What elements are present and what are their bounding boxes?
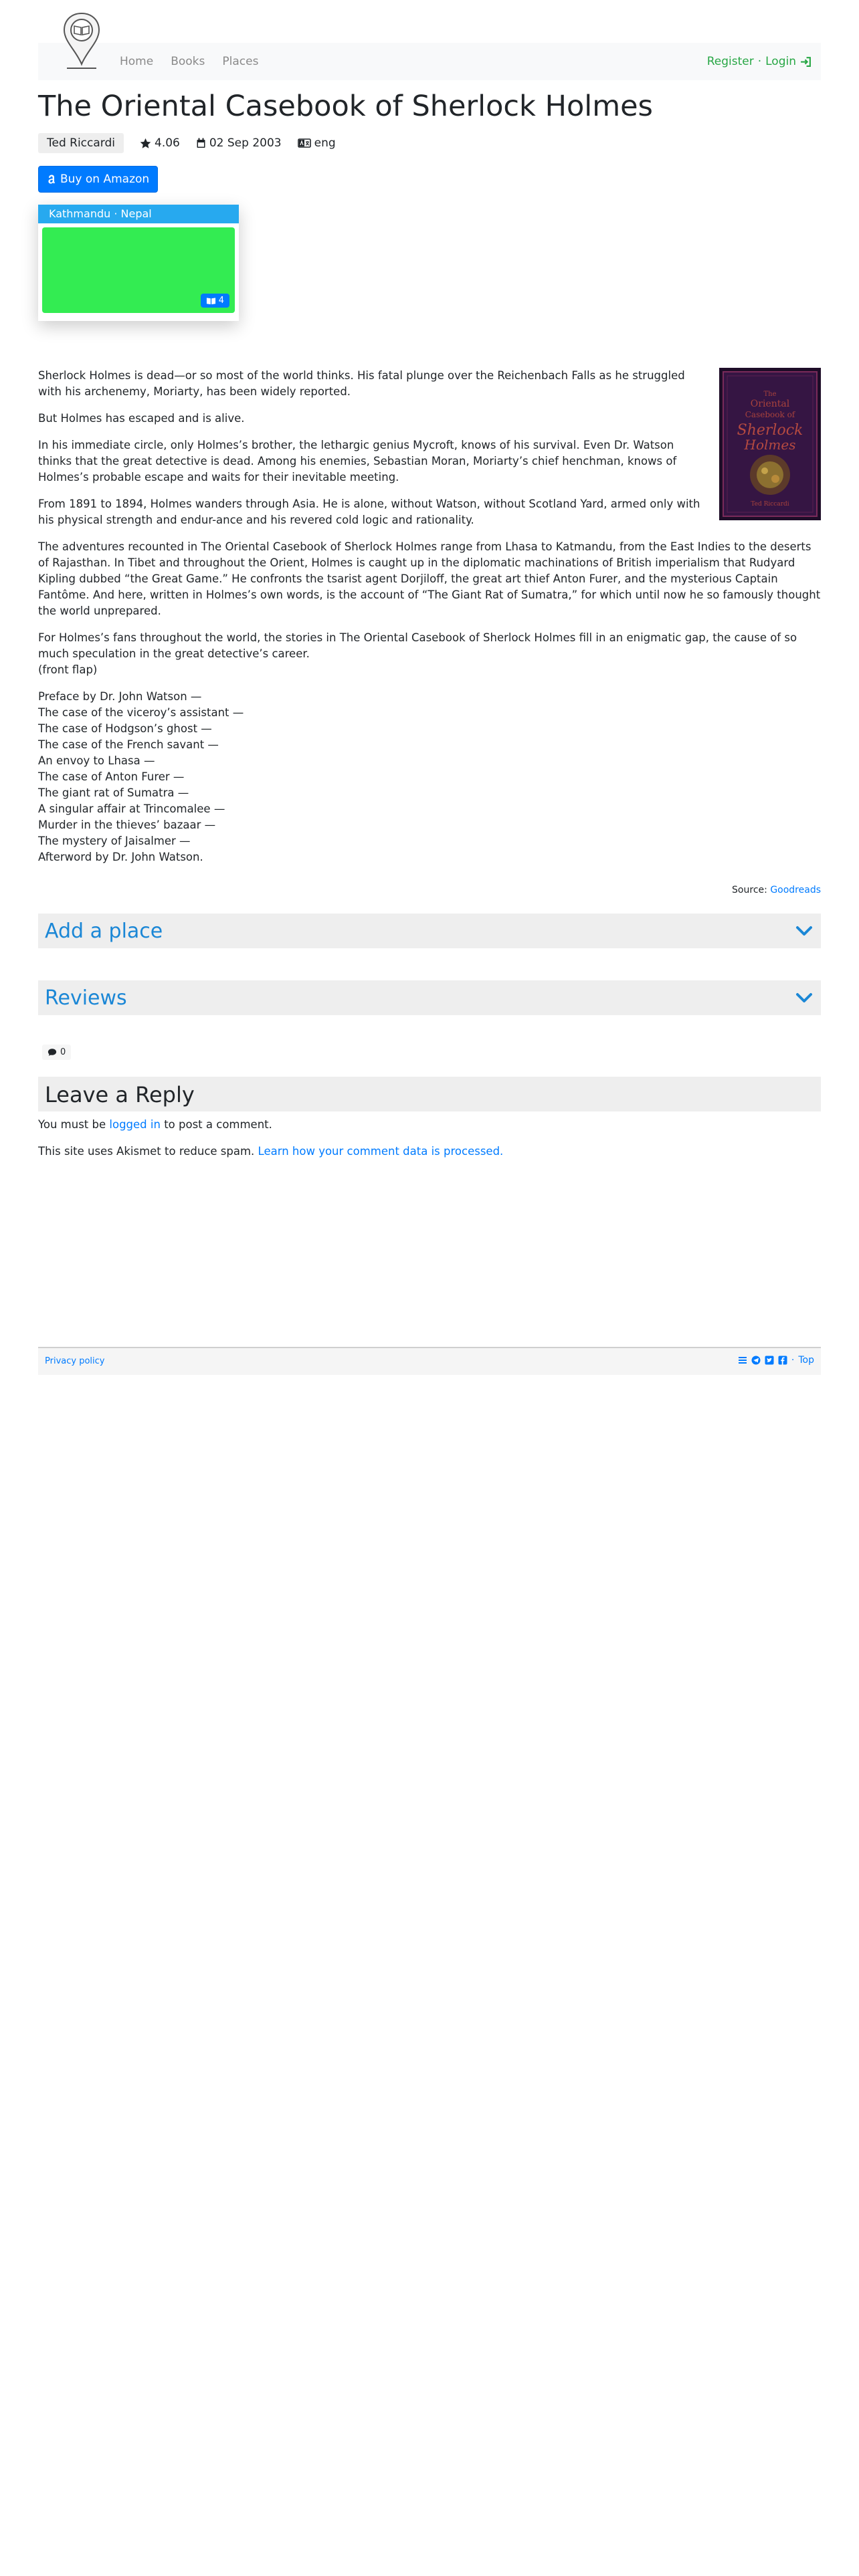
nav-links: Home Books Places (120, 43, 258, 80)
contents-item: Murder in the thieves’ bazaar — (38, 819, 216, 831)
date-value: 02 Sep 2003 (209, 136, 282, 150)
description-paragraph: Sherlock Holmes is dead—or so most of th… (38, 369, 685, 398)
book-cover-image: The Oriental Casebook of Sherlock Holmes… (719, 368, 821, 520)
language-icon (297, 138, 311, 148)
sign-in-icon[interactable] (800, 56, 812, 68)
contents-item: The case of Anton Furer — (38, 770, 185, 783)
footer-separator: · (791, 1355, 795, 1366)
login-link[interactable]: Login (765, 55, 796, 68)
calendar-icon (197, 138, 205, 148)
cover-line-casebook: Casebook of (745, 410, 796, 419)
goodreads-link[interactable]: Goodreads (770, 885, 821, 895)
place-card[interactable]: Kathmandu · Nepal 4 (38, 205, 239, 321)
reviews-title[interactable]: Reviews (45, 986, 127, 1010)
contents-list: Preface by Dr. John Watson — The case of… (38, 689, 821, 865)
comments-count-badge[interactable]: 0 (42, 1045, 72, 1060)
comment-icon (47, 1049, 57, 1056)
nav-places-link[interactable]: Places (222, 55, 258, 68)
publication-date: 02 Sep 2003 (196, 136, 282, 150)
contents-item: The case of Hodgson’s ghost — (38, 722, 212, 735)
back-to-top-link[interactable]: Top (798, 1355, 814, 1366)
logged-in-link[interactable]: logged in (109, 1118, 161, 1131)
auth-links: Register · Login (707, 43, 812, 80)
contents-item: An envoy to Lhasa — (38, 754, 155, 767)
contents-item: The giant rat of Sumatra — (38, 786, 189, 799)
source-line: Source: Goodreads (732, 885, 821, 895)
register-link[interactable]: Register (707, 55, 754, 68)
facebook-icon[interactable] (778, 1356, 787, 1365)
book-title: The Oriental Casebook of Sherlock Holmes (38, 90, 653, 123)
nav-home-link[interactable]: Home (120, 55, 153, 68)
buy-button-label: Buy on Amazon (60, 173, 150, 186)
description-paragraph: From 1891 to 1894, Holmes wanders throug… (38, 498, 700, 526)
buy-on-amazon-button[interactable]: Buy on Amazon (38, 166, 159, 193)
contents-item: Preface by Dr. John Watson — (38, 690, 202, 703)
reviews-accordion[interactable]: Reviews (38, 980, 821, 1015)
cover-line-oriental: Oriental (751, 399, 790, 409)
amazon-icon (48, 175, 56, 184)
description-paragraph: In his immediate circle, only Holmes’s b… (38, 439, 677, 484)
add-place-title[interactable]: Add a place (45, 920, 163, 943)
contents-item: The case of the viceroy’s assistant — (38, 706, 244, 719)
privacy-policy-link[interactable]: Privacy policy (45, 1356, 104, 1366)
place-card-header[interactable]: Kathmandu · Nepal (38, 205, 239, 223)
twitter-icon[interactable] (765, 1356, 774, 1365)
footer-links: · Top (738, 1355, 814, 1366)
place-books-count: 4 (218, 296, 224, 306)
akismet-text: This site uses Akismet to reduce spam. (38, 1145, 255, 1158)
add-place-accordion[interactable]: Add a place (38, 914, 821, 948)
akismet-link[interactable]: Learn how your comment data is processed… (258, 1145, 504, 1158)
akismet-notice: This site uses Akismet to reduce spam. L… (38, 1145, 503, 1158)
front-flap-note: (front flap) (38, 663, 98, 676)
contents-item: A singular affair at Trincomalee — (38, 802, 225, 815)
contents-item: The mystery of Jaisalmer — (38, 835, 191, 847)
author-badge[interactable]: Ted Riccardi (38, 133, 124, 153)
cover-line-holmes: Holmes (744, 437, 796, 453)
login-notice-prefix: You must be (38, 1118, 106, 1131)
reply-title: Leave a Reply (45, 1082, 195, 1107)
list-icon[interactable] (738, 1356, 747, 1365)
place-books-badge[interactable]: 4 (200, 294, 229, 308)
contents-item: Afterword by Dr. John Watson. (38, 851, 203, 863)
comments-count-value: 0 (60, 1047, 66, 1057)
login-required-notice: You must be logged in to post a comment. (38, 1118, 272, 1131)
login-notice-suffix: to post a comment. (164, 1118, 272, 1131)
site-logo[interactable] (62, 12, 102, 72)
description-paragraph: The adventures recounted in The Oriental… (38, 540, 821, 617)
footer: Privacy policy · Top (38, 1347, 821, 1375)
telegram-icon[interactable] (751, 1356, 761, 1365)
reply-header: Leave a Reply (38, 1077, 821, 1111)
map-pin-book-icon (63, 12, 100, 69)
book-icon (206, 297, 215, 304)
nav-books-link[interactable]: Books (171, 55, 205, 68)
contents-item: The case of the French savant — (38, 738, 219, 751)
auth-separator: · (757, 55, 762, 68)
book-description: The Oriental Casebook of Sherlock Holmes… (38, 368, 821, 865)
language: eng (297, 136, 336, 150)
cover-line-the: The (763, 391, 776, 398)
chevron-down-icon[interactable] (794, 988, 814, 1008)
rating: 4.06 (140, 136, 180, 150)
place-map[interactable]: 4 (42, 227, 235, 313)
cover-author: Ted Riccardi (751, 501, 789, 508)
source-prefix: Source: (732, 885, 767, 895)
chevron-down-icon[interactable] (794, 921, 814, 941)
navbar: Home Books Places Register · Login (38, 12, 821, 80)
rating-value: 4.06 (155, 136, 180, 150)
description-paragraph: But Holmes has escaped and is alive. (38, 412, 245, 425)
language-value: eng (314, 136, 336, 150)
book-meta: Ted Riccardi 4.06 02 Sep 2003 eng (38, 132, 336, 154)
star-icon (140, 138, 151, 148)
book-cover-art: The Oriental Casebook of Sherlock Holmes… (719, 368, 821, 520)
description-paragraph: For Holmes’s fans throughout the world, … (38, 631, 797, 660)
